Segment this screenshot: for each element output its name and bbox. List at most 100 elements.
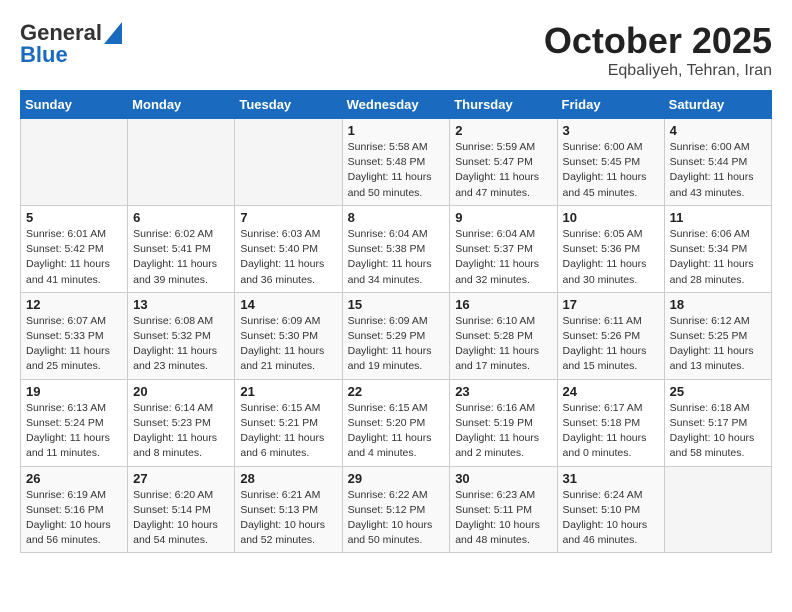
weekday-header-wednesday: Wednesday bbox=[342, 91, 450, 119]
calendar-day-20: 20Sunrise: 6:14 AM Sunset: 5:23 PM Dayli… bbox=[128, 379, 235, 466]
day-number: 21 bbox=[240, 384, 336, 399]
day-info: Sunrise: 6:04 AM Sunset: 5:37 PM Dayligh… bbox=[455, 227, 551, 288]
calendar-day-14: 14 Sunrise: 6:09 AM Sunset: 5:30 PM Dayli… bbox=[235, 292, 342, 379]
day-info: Sunrise: 6:15 AM Sunset: 5:20 PM Dayligh… bbox=[348, 401, 445, 462]
calendar-table: SundayMondayTuesdayWednesdayThursdayFrid… bbox=[20, 90, 772, 553]
day-number: 24 bbox=[563, 384, 659, 399]
logo-triangle-icon bbox=[104, 22, 122, 44]
day-number: 6 bbox=[133, 210, 229, 225]
day-info: Sunrise: 6:04 AM Sunset: 5:38 PM Dayligh… bbox=[348, 227, 445, 288]
day-info: Sunrise: 6:13 AM Sunset: 5:24 PM Dayligh… bbox=[26, 401, 122, 462]
calendar-day-2: 2 Sunrise: 5:59 AM Sunset: 5:47 PM Daylig… bbox=[450, 119, 557, 206]
calendar-week-row: 19 Sunrise: 6:13 AM Sunset: 5:24 PM Dayli… bbox=[21, 379, 772, 466]
day-info: Sunrise: 6:18 AM Sunset: 5:17 PM Dayligh… bbox=[670, 401, 766, 462]
calendar-week-row: 1Sunrise: 5:58 AM Sunset: 5:48 PM Daylig… bbox=[21, 119, 772, 206]
calendar-day-4: 4Sunrise: 6:00 AM Sunset: 5:44 PM Daylig… bbox=[664, 119, 771, 206]
day-number: 10 bbox=[563, 210, 659, 225]
day-number: 28 bbox=[240, 471, 336, 486]
calendar-day-10: 10 Sunrise: 6:05 AM Sunset: 5:36 PM Dayli… bbox=[557, 205, 664, 292]
weekday-header-friday: Friday bbox=[557, 91, 664, 119]
calendar-day-7: 7Sunrise: 6:03 AM Sunset: 5:40 PM Daylig… bbox=[235, 205, 342, 292]
calendar-empty-cell bbox=[128, 119, 235, 206]
calendar-day-16: 16 Sunrise: 6:10 AM Sunset: 5:28 PM Dayli… bbox=[450, 292, 557, 379]
day-info: Sunrise: 6:22 AM Sunset: 5:12 PM Dayligh… bbox=[348, 488, 445, 549]
day-info: Sunrise: 5:59 AM Sunset: 5:47 PM Dayligh… bbox=[455, 140, 551, 201]
day-info: Sunrise: 6:11 AM Sunset: 5:26 PM Dayligh… bbox=[563, 314, 659, 375]
day-info: Sunrise: 5:58 AM Sunset: 5:48 PM Dayligh… bbox=[348, 140, 445, 201]
calendar-week-row: 12Sunrise: 6:07 AM Sunset: 5:33 PM Dayli… bbox=[21, 292, 772, 379]
day-number: 14 bbox=[240, 297, 336, 312]
calendar-day-12: 12Sunrise: 6:07 AM Sunset: 5:33 PM Dayli… bbox=[21, 292, 128, 379]
day-info: Sunrise: 6:08 AM Sunset: 5:32 PM Dayligh… bbox=[133, 314, 229, 375]
calendar-day-23: 23 Sunrise: 6:16 AM Sunset: 5:19 PM Dayli… bbox=[450, 379, 557, 466]
day-info: Sunrise: 6:19 AM Sunset: 5:16 PM Dayligh… bbox=[26, 488, 122, 549]
calendar-day-19: 19 Sunrise: 6:13 AM Sunset: 5:24 PM Dayli… bbox=[21, 379, 128, 466]
calendar-empty-cell bbox=[21, 119, 128, 206]
day-number: 20 bbox=[133, 384, 229, 399]
calendar-day-6: 6 Sunrise: 6:02 AM Sunset: 5:41 PM Daylig… bbox=[128, 205, 235, 292]
weekday-header-tuesday: Tuesday bbox=[235, 91, 342, 119]
calendar-day-15: 15 Sunrise: 6:09 AM Sunset: 5:29 PM Dayli… bbox=[342, 292, 450, 379]
day-number: 15 bbox=[348, 297, 445, 312]
day-info: Sunrise: 6:09 AM Sunset: 5:30 PM Dayligh… bbox=[240, 314, 336, 375]
calendar-day-21: 21Sunrise: 6:15 AM Sunset: 5:21 PM Dayli… bbox=[235, 379, 342, 466]
calendar-day-11: 11 Sunrise: 6:06 AM Sunset: 5:34 PM Dayli… bbox=[664, 205, 771, 292]
day-info: Sunrise: 6:21 AM Sunset: 5:13 PM Dayligh… bbox=[240, 488, 336, 549]
calendar-day-13: 13 Sunrise: 6:08 AM Sunset: 5:32 PM Dayli… bbox=[128, 292, 235, 379]
calendar-week-row: 26Sunrise: 6:19 AM Sunset: 5:16 PM Dayli… bbox=[21, 466, 772, 553]
day-info: Sunrise: 6:12 AM Sunset: 5:25 PM Dayligh… bbox=[670, 314, 766, 375]
day-info: Sunrise: 6:24 AM Sunset: 5:10 PM Dayligh… bbox=[563, 488, 659, 549]
day-info: Sunrise: 6:02 AM Sunset: 5:41 PM Dayligh… bbox=[133, 227, 229, 288]
calendar-day-9: 9Sunrise: 6:04 AM Sunset: 5:37 PM Daylig… bbox=[450, 205, 557, 292]
weekday-header-saturday: Saturday bbox=[664, 91, 771, 119]
calendar-day-18: 18 Sunrise: 6:12 AM Sunset: 5:25 PM Dayli… bbox=[664, 292, 771, 379]
day-number: 5 bbox=[26, 210, 122, 225]
calendar-day-25: 25 Sunrise: 6:18 AM Sunset: 5:17 PM Dayli… bbox=[664, 379, 771, 466]
calendar-day-1: 1Sunrise: 5:58 AM Sunset: 5:48 PM Daylig… bbox=[342, 119, 450, 206]
day-info: Sunrise: 6:20 AM Sunset: 5:14 PM Dayligh… bbox=[133, 488, 229, 549]
day-info: Sunrise: 6:09 AM Sunset: 5:29 PM Dayligh… bbox=[348, 314, 445, 375]
month-title: October 2025 bbox=[544, 20, 772, 62]
calendar-header-row: SundayMondayTuesdayWednesdayThursdayFrid… bbox=[21, 91, 772, 119]
calendar-day-29: 29 Sunrise: 6:22 AM Sunset: 5:12 PM Dayli… bbox=[342, 466, 450, 553]
day-number: 16 bbox=[455, 297, 551, 312]
location: Eqbaliyeh, Tehran, Iran bbox=[544, 62, 772, 80]
day-number: 25 bbox=[670, 384, 766, 399]
calendar-day-30: 30Sunrise: 6:23 AM Sunset: 5:11 PM Dayli… bbox=[450, 466, 557, 553]
calendar-day-31: 31 Sunrise: 6:24 AM Sunset: 5:10 PM Dayli… bbox=[557, 466, 664, 553]
day-number: 2 bbox=[455, 123, 551, 138]
day-number: 19 bbox=[26, 384, 122, 399]
day-info: Sunrise: 6:07 AM Sunset: 5:33 PM Dayligh… bbox=[26, 314, 122, 375]
day-number: 30 bbox=[455, 471, 551, 486]
day-number: 18 bbox=[670, 297, 766, 312]
weekday-header-sunday: Sunday bbox=[21, 91, 128, 119]
weekday-header-thursday: Thursday bbox=[450, 91, 557, 119]
day-info: Sunrise: 6:00 AM Sunset: 5:44 PM Dayligh… bbox=[670, 140, 766, 201]
day-number: 29 bbox=[348, 471, 445, 486]
day-info: Sunrise: 6:01 AM Sunset: 5:42 PM Dayligh… bbox=[26, 227, 122, 288]
logo-blue: Blue bbox=[20, 42, 68, 68]
calendar-day-26: 26Sunrise: 6:19 AM Sunset: 5:16 PM Dayli… bbox=[21, 466, 128, 553]
calendar-day-17: 17Sunrise: 6:11 AM Sunset: 5:26 PM Dayli… bbox=[557, 292, 664, 379]
day-info: Sunrise: 6:17 AM Sunset: 5:18 PM Dayligh… bbox=[563, 401, 659, 462]
day-number: 23 bbox=[455, 384, 551, 399]
calendar-empty-cell bbox=[235, 119, 342, 206]
day-number: 22 bbox=[348, 384, 445, 399]
calendar-day-27: 27 Sunrise: 6:20 AM Sunset: 5:14 PM Dayli… bbox=[128, 466, 235, 553]
day-info: Sunrise: 6:00 AM Sunset: 5:45 PM Dayligh… bbox=[563, 140, 659, 201]
day-number: 11 bbox=[670, 210, 766, 225]
day-info: Sunrise: 6:16 AM Sunset: 5:19 PM Dayligh… bbox=[455, 401, 551, 462]
day-number: 13 bbox=[133, 297, 229, 312]
day-number: 31 bbox=[563, 471, 659, 486]
day-number: 3 bbox=[563, 123, 659, 138]
weekday-header-monday: Monday bbox=[128, 91, 235, 119]
page-header: General Blue October 2025 Eqbaliyeh, Teh… bbox=[20, 20, 772, 80]
day-info: Sunrise: 6:03 AM Sunset: 5:40 PM Dayligh… bbox=[240, 227, 336, 288]
calendar-day-5: 5 Sunrise: 6:01 AM Sunset: 5:42 PM Daylig… bbox=[21, 205, 128, 292]
day-info: Sunrise: 6:05 AM Sunset: 5:36 PM Dayligh… bbox=[563, 227, 659, 288]
day-info: Sunrise: 6:06 AM Sunset: 5:34 PM Dayligh… bbox=[670, 227, 766, 288]
day-number: 27 bbox=[133, 471, 229, 486]
logo: General Blue bbox=[20, 20, 122, 68]
calendar-empty-cell bbox=[664, 466, 771, 553]
day-info: Sunrise: 6:10 AM Sunset: 5:28 PM Dayligh… bbox=[455, 314, 551, 375]
